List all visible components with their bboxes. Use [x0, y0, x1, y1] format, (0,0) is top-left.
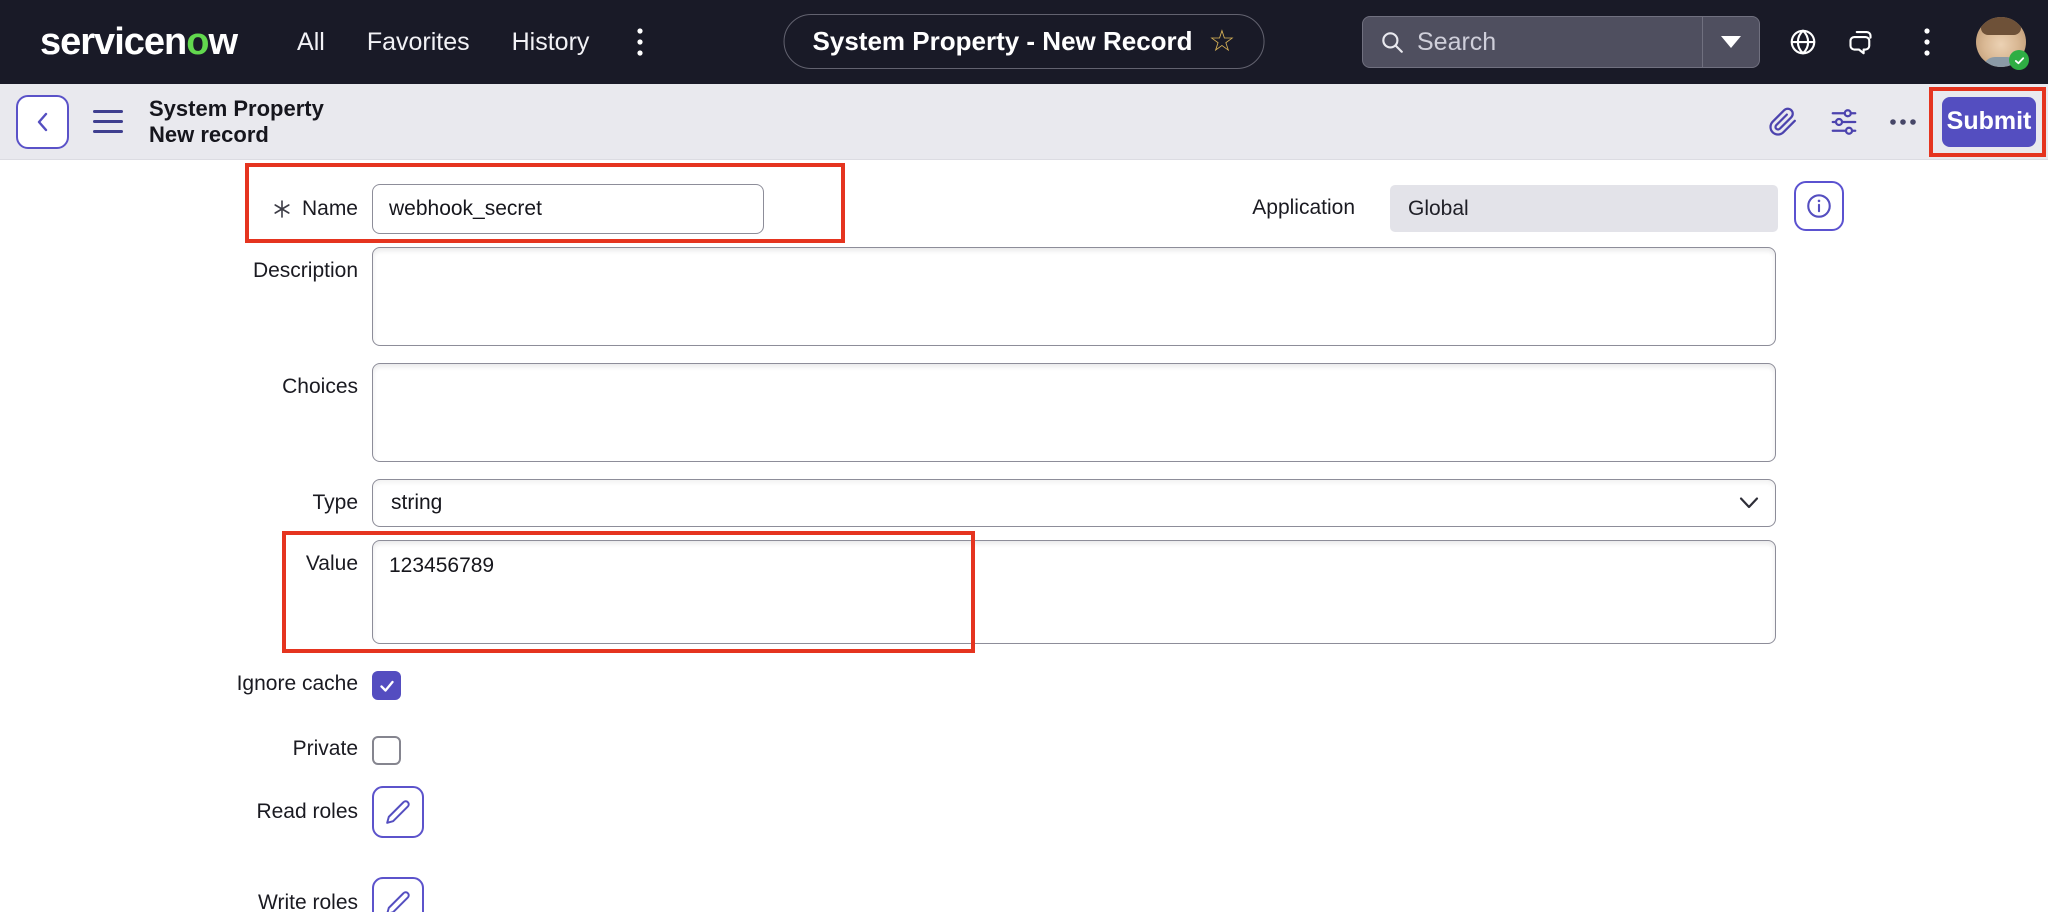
record-header-bar: System Property New record Submit — [0, 84, 2048, 160]
required-asterisk-icon — [272, 199, 292, 219]
type-select-value: string — [391, 491, 442, 515]
back-button[interactable] — [16, 95, 69, 149]
top-bar: servicenow All Favorites History System … — [0, 0, 2048, 84]
attachment-paperclip-icon[interactable] — [1768, 107, 1798, 137]
personalize-sliders-icon[interactable] — [1828, 107, 1860, 137]
top-nav: All Favorites History — [297, 28, 589, 57]
status-online-badge-icon — [2009, 50, 2029, 70]
page-title: System Property New record — [149, 96, 324, 148]
search-scope-dropdown[interactable] — [1703, 16, 1759, 68]
nav-favorites[interactable]: Favorites — [367, 28, 470, 57]
write-roles-edit-button[interactable] — [372, 877, 424, 912]
search-icon — [1379, 29, 1405, 55]
more-options-kebab-icon[interactable] — [1922, 25, 1932, 59]
search-input[interactable] — [1417, 28, 1702, 57]
choices-label: Choices — [0, 363, 358, 413]
description-label: Description — [0, 247, 358, 297]
write-roles-label: Write roles — [0, 877, 358, 912]
type-label: Type — [0, 479, 358, 527]
favorite-star-icon[interactable]: ☆ — [1209, 27, 1236, 57]
chevron-down-icon — [1721, 36, 1741, 48]
nav-all[interactable]: All — [297, 28, 325, 57]
nav-more-kebab-icon[interactable] — [635, 25, 645, 59]
global-search — [1362, 16, 1760, 68]
user-avatar[interactable] — [1976, 17, 2026, 67]
name-input[interactable] — [372, 184, 764, 234]
description-textarea[interactable] — [372, 247, 1776, 346]
name-label: Name — [0, 184, 358, 234]
servicenow-app: servicenow All Favorites History System … — [0, 0, 2048, 912]
ignore-cache-checkbox[interactable] — [372, 671, 401, 700]
submit-button[interactable]: Submit — [1942, 97, 2036, 147]
more-actions-ellipsis-icon[interactable] — [1888, 117, 1918, 127]
globe-icon[interactable] — [1788, 27, 1818, 57]
chat-icon[interactable] — [1848, 27, 1878, 57]
top-right-cluster — [1362, 0, 2048, 84]
nav-history[interactable]: History — [512, 28, 590, 57]
private-label: Private — [0, 733, 358, 765]
servicenow-logo[interactable]: servicenow — [40, 21, 237, 64]
page-title-table: System Property — [149, 96, 324, 122]
record-header-actions: Submit — [1768, 97, 2048, 147]
application-label: Application — [1000, 184, 1355, 232]
private-checkbox[interactable] — [372, 736, 401, 765]
read-roles-edit-button[interactable] — [372, 786, 424, 838]
context-tab-pill[interactable]: System Property - New Record ☆ — [784, 14, 1265, 69]
value-label: Value — [0, 540, 358, 590]
choices-textarea[interactable] — [372, 363, 1776, 462]
context-tab-label: System Property - New Record — [813, 26, 1193, 57]
chevron-down-icon — [1739, 497, 1759, 510]
type-select[interactable]: string — [372, 479, 1776, 527]
page-title-record: New record — [149, 122, 324, 148]
read-roles-label: Read roles — [0, 786, 358, 838]
application-info-button[interactable] — [1794, 181, 1844, 231]
ignore-cache-label: Ignore cache — [0, 668, 358, 700]
value-textarea[interactable]: 123456789 — [372, 540, 1776, 644]
form-context-menu-icon[interactable] — [93, 110, 123, 133]
application-field: Global — [1390, 185, 1778, 232]
